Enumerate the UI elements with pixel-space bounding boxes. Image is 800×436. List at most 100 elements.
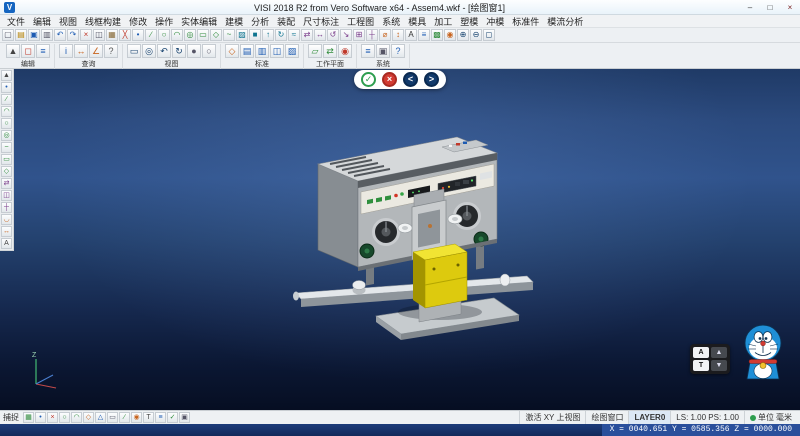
active-view-indicator[interactable]: 激活 XY 上视图 (519, 411, 585, 424)
snap-toggle-icon[interactable]: △ (95, 412, 106, 423)
toolbar-icon[interactable]: ◇ (210, 29, 222, 41)
toolbar-icon[interactable]: ⊖ (470, 29, 482, 41)
snap-toggle-icon[interactable]: ○ (59, 412, 70, 423)
toolbar-icon[interactable]: ∕ (1, 94, 12, 105)
toolbar-icon[interactable]: ≡ (36, 44, 50, 58)
toolbar-icon[interactable]: ▨ (285, 44, 299, 58)
toolbar-icon[interactable]: ↷ (67, 29, 79, 41)
menu-item[interactable]: 塑模 (456, 15, 482, 28)
menu-item[interactable]: 视图 (55, 15, 81, 28)
close-button[interactable]: × (780, 0, 800, 14)
toolbar-icon[interactable]: ~ (223, 29, 235, 41)
toolbar-icon[interactable]: ? (104, 44, 118, 58)
minimize-button[interactable]: – (740, 0, 760, 14)
menu-item[interactable]: 建模 (221, 15, 247, 28)
machine-body-part[interactable] (318, 137, 497, 271)
toolbar-icon[interactable]: ~ (1, 142, 12, 153)
toolbar-icon[interactable]: ◠ (171, 29, 183, 41)
toolbar-icon[interactable]: ▤ (240, 44, 254, 58)
maximize-button[interactable]: □ (760, 0, 780, 14)
snap-toggle-icon[interactable]: T (143, 412, 154, 423)
toolbar-icon[interactable]: ▭ (127, 44, 141, 58)
toolbar-icon[interactable]: ▤ (15, 29, 27, 41)
toolbar-icon[interactable]: ▲ (6, 44, 20, 58)
toolbar-icon[interactable]: ┼ (366, 29, 378, 41)
snap-toggle-icon[interactable]: × (47, 412, 58, 423)
toolbar-icon[interactable]: ■ (249, 29, 261, 41)
toolbar-icon[interactable]: ▨ (236, 29, 248, 41)
menu-item[interactable]: 编辑 (29, 15, 55, 28)
toolbar-icon[interactable]: ∕ (145, 29, 157, 41)
toolbar-icon[interactable]: ◻ (21, 44, 35, 58)
menu-item[interactable]: 尺寸标注 (299, 15, 343, 28)
toolbar-icon[interactable]: ◫ (93, 29, 105, 41)
toolbar-icon[interactable]: ○ (1, 118, 12, 129)
units-indicator[interactable]: 单位 毫米 (744, 411, 797, 424)
snap-toggle-icon[interactable]: • (35, 412, 46, 423)
toolbar-icon[interactable]: ◎ (184, 29, 196, 41)
menu-item[interactable]: 分析 (247, 15, 273, 28)
menu-item[interactable]: 文件 (3, 15, 29, 28)
toolbar-icon[interactable]: ⌀ (379, 29, 391, 41)
toolbar-icon[interactable]: ↘ (340, 29, 352, 41)
snap-toggle-icon[interactable]: ▭ (107, 412, 118, 423)
menu-item[interactable]: 工程图 (343, 15, 378, 28)
menu-item[interactable]: 系统 (378, 15, 404, 28)
toolbar-icon[interactable]: ◉ (338, 44, 352, 58)
toolbar-icon[interactable]: • (132, 29, 144, 41)
snap-toggle-icon[interactable]: ∕ (119, 412, 130, 423)
menu-item[interactable]: 标准件 (508, 15, 543, 28)
menu-item[interactable]: 装配 (273, 15, 299, 28)
toolbar-icon[interactable]: ≡ (361, 44, 375, 58)
layer-selector[interactable]: LAYER0 (628, 411, 670, 424)
toolbar-icon[interactable]: ⇄ (301, 29, 313, 41)
toolbar-icon[interactable]: ◇ (1, 166, 12, 177)
toolbar-icon[interactable]: ● (187, 44, 201, 58)
toolbar-icon[interactable]: ◡ (1, 214, 12, 225)
toolbar-icon[interactable]: ○ (158, 29, 170, 41)
menu-item[interactable]: 修改 (125, 15, 151, 28)
toolbar-icon[interactable]: i (59, 44, 73, 58)
3d-viewport[interactable]: ▲•∕◠○◎~▭◇⇄◫┼◡↔A ✓ × < > Z A▲T▼ (0, 69, 800, 410)
toolbar-icon[interactable]: ↺ (327, 29, 339, 41)
toolbar-icon[interactable]: ↔ (314, 29, 326, 41)
menu-item[interactable]: 实体编辑 (177, 15, 221, 28)
snap-toggle-icon[interactable]: ◉ (131, 412, 142, 423)
toolbar-icon[interactable]: ▥ (41, 29, 53, 41)
toolbar-icon[interactable]: ▦ (106, 29, 118, 41)
toolbar-icon[interactable]: ▣ (376, 44, 390, 58)
previous-button[interactable]: < (403, 72, 418, 87)
toolbar-icon[interactable]: ▭ (197, 29, 209, 41)
menu-item[interactable]: 操作 (151, 15, 177, 28)
toolbar-icon[interactable]: ⇄ (323, 44, 337, 58)
confirm-ok-button[interactable]: ✓ (361, 72, 376, 87)
toolbar-icon[interactable]: A (405, 29, 417, 41)
toolbar-icon[interactable]: ▲ (1, 70, 12, 81)
toolbar-icon[interactable]: ↶ (54, 29, 66, 41)
toolbar-icon[interactable]: ◫ (270, 44, 284, 58)
toolbar-icon[interactable]: ↻ (172, 44, 186, 58)
toolbar-icon[interactable]: ↔ (74, 44, 88, 58)
toolbar-icon[interactable]: ↻ (275, 29, 287, 41)
toolbar-icon[interactable]: ╳ (119, 29, 131, 41)
snap-toggle-icon[interactable]: ▦ (23, 412, 34, 423)
snap-toggle-icon[interactable]: ≡ (155, 412, 166, 423)
toolbar-icon[interactable]: ↶ (157, 44, 171, 58)
toolbar-icon[interactable]: ⊞ (353, 29, 365, 41)
menu-item[interactable]: 模流分析 (543, 15, 587, 28)
toolbar-icon[interactable]: ▢ (2, 29, 14, 41)
toolbar-icon[interactable]: ↔ (1, 226, 12, 237)
toolbar-icon[interactable]: ◻ (483, 29, 495, 41)
toolbar-icon[interactable]: ∠ (89, 44, 103, 58)
toolbar-icon[interactable]: ↕ (392, 29, 404, 41)
toolbar-icon[interactable]: ▱ (308, 44, 322, 58)
toolbar-icon[interactable]: × (80, 29, 92, 41)
toolbar-icon[interactable]: ≡ (418, 29, 430, 41)
toolbar-icon[interactable]: • (1, 82, 12, 93)
yellow-clamp-part[interactable] (413, 244, 467, 322)
toolbar-icon[interactable]: ◫ (1, 190, 12, 201)
next-button[interactable]: > (424, 72, 439, 87)
draw-window-indicator[interactable]: 绘图窗口 (585, 411, 628, 424)
snap-toggle-icon[interactable]: ◠ (71, 412, 82, 423)
snap-toggle-icon[interactable]: ◇ (83, 412, 94, 423)
